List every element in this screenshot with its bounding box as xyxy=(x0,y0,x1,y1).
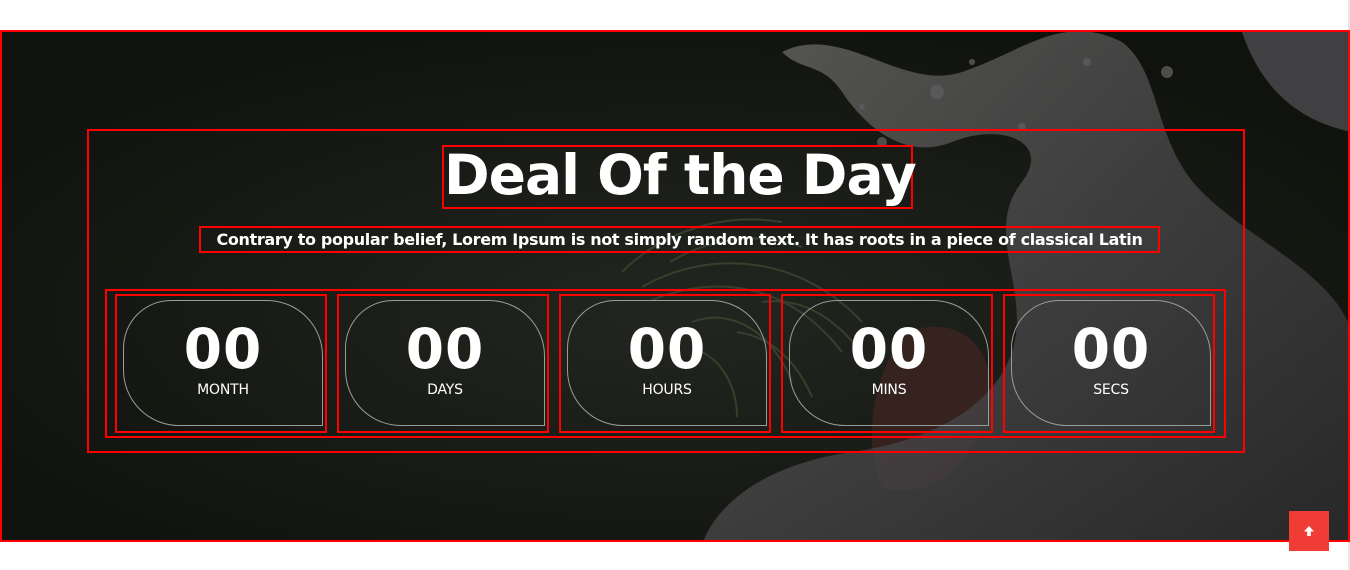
countdown-card: 00 MINS xyxy=(789,300,989,426)
deal-subtitle: Contrary to popular belief, Lorem Ipsum … xyxy=(199,226,1160,253)
countdown-card: 00 DAYS xyxy=(345,300,545,426)
arrow-up-icon xyxy=(1304,526,1314,536)
countdown-seconds: 00 SECS xyxy=(1003,294,1215,433)
deal-title: Deal Of the Day xyxy=(442,143,917,209)
countdown-days: 00 DAYS xyxy=(337,294,549,433)
countdown-hours: 00 HOURS xyxy=(559,294,771,433)
countdown-value: 00 xyxy=(849,317,929,381)
countdown-months: 00 MONTH xyxy=(115,294,327,433)
countdown-minutes: 00 MINS xyxy=(781,294,993,433)
countdown-value: 00 xyxy=(183,317,263,381)
countdown-card: 00 SECS xyxy=(1011,300,1211,426)
countdown-card: 00 MONTH xyxy=(123,300,323,426)
countdown-value: 00 xyxy=(1071,317,1151,381)
countdown-label: SECS xyxy=(1093,382,1129,398)
countdown-label: HOURS xyxy=(642,382,692,398)
countdown-value: 00 xyxy=(627,317,707,381)
deal-of-the-day-section: Deal Of the Day Contrary to popular beli… xyxy=(0,30,1350,542)
scroll-to-top-button[interactable] xyxy=(1289,511,1329,551)
countdown-card: 00 HOURS xyxy=(567,300,767,426)
countdown-label: MINS xyxy=(871,382,907,398)
countdown-label: DAYS xyxy=(427,382,463,398)
countdown-timer: 00 MONTH 00 DAYS 00 HOURS 00 MINS 00 SEC… xyxy=(105,289,1226,438)
countdown-value: 00 xyxy=(405,317,485,381)
page: Deal Of the Day Contrary to popular beli… xyxy=(0,0,1350,570)
countdown-label: MONTH xyxy=(197,382,249,398)
deal-content: Deal Of the Day Contrary to popular beli… xyxy=(87,129,1245,453)
